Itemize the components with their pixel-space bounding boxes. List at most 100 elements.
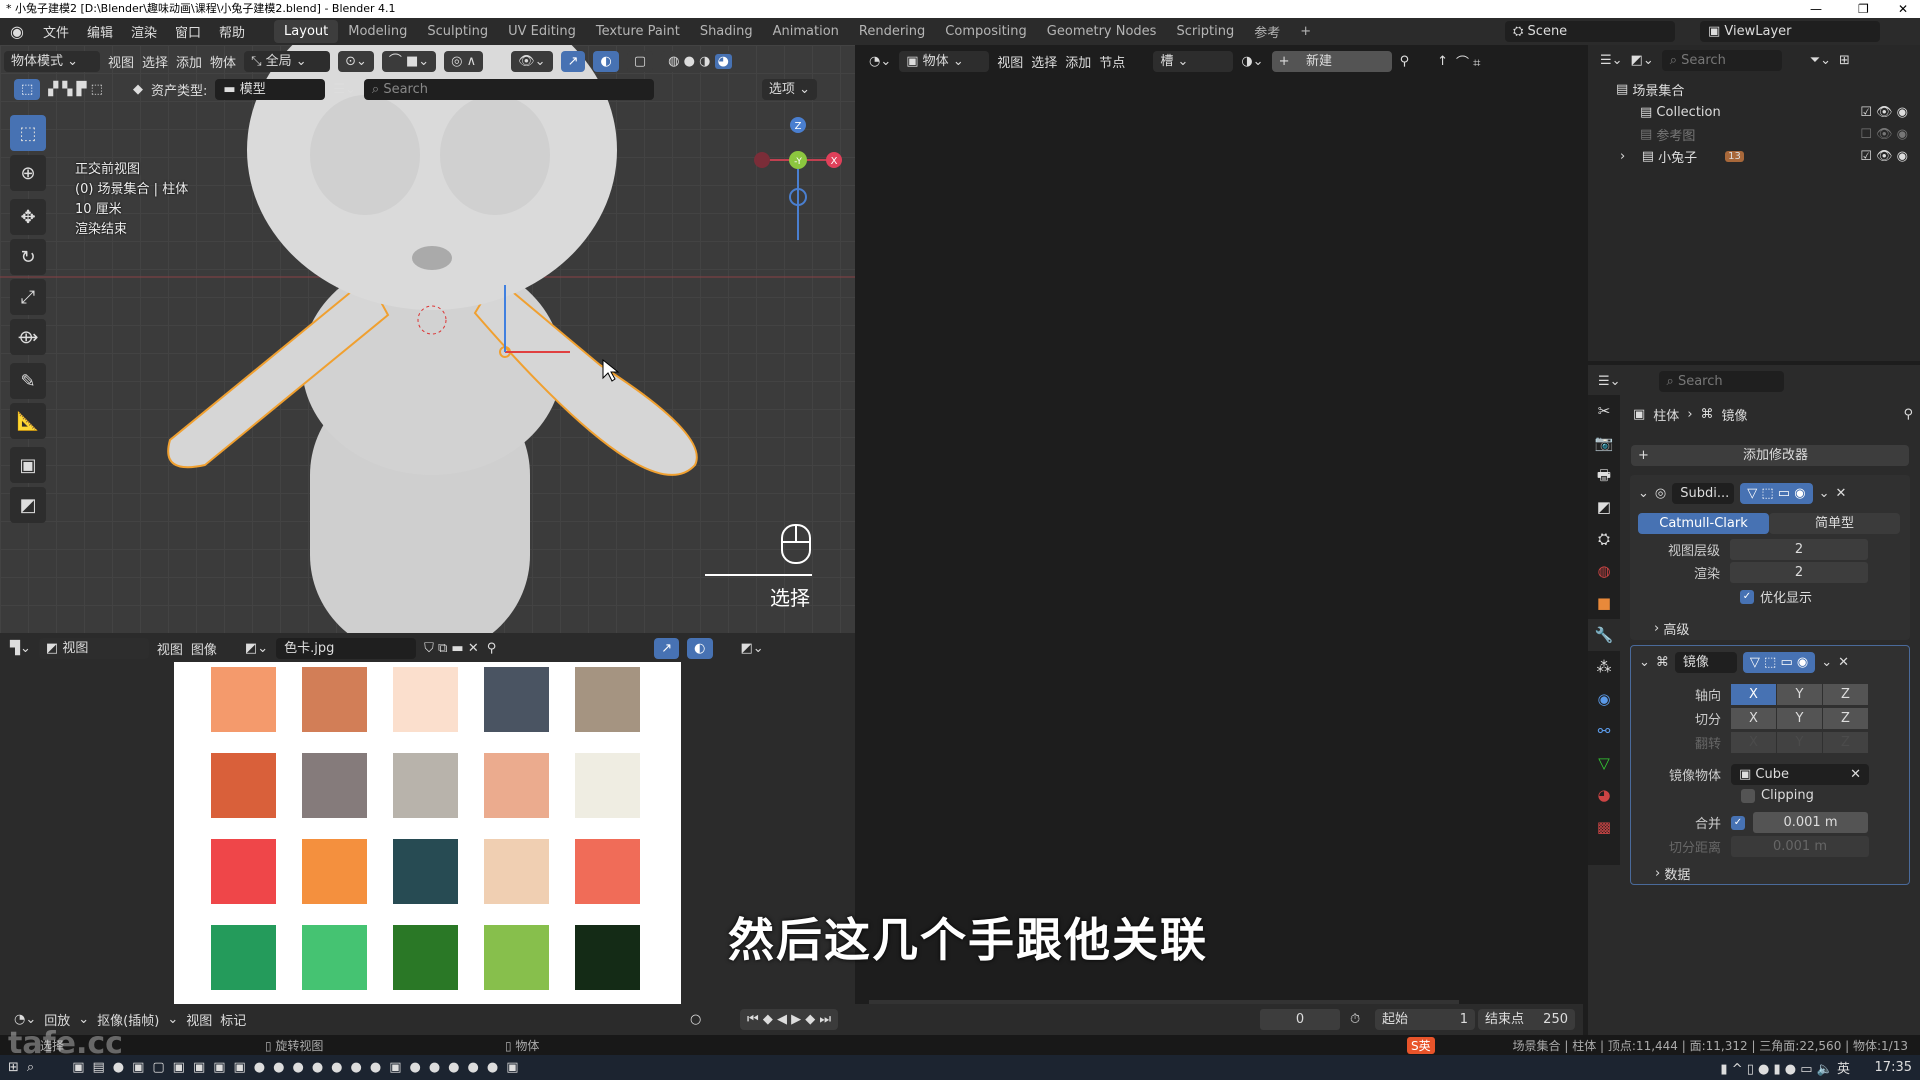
shader-type-selector[interactable]: ▣ 物体 ⌄: [899, 50, 990, 72]
add-workspace-button[interactable]: +: [1290, 20, 1321, 43]
overlay-icon[interactable]: ◐: [593, 50, 619, 72]
material-browse-icon[interactable]: ◑⌄: [1241, 54, 1263, 69]
editor-type-icon[interactable]: ☰⌄: [1598, 374, 1621, 389]
catmull-clark-option[interactable]: Catmull-Clark: [1638, 513, 1769, 534]
modifier-tab-icon[interactable]: 🔧: [1588, 619, 1620, 651]
bisect-toggle[interactable]: XYZ: [1731, 708, 1869, 729]
menu-render[interactable]: 渲染: [122, 22, 166, 41]
image-actions-icons[interactable]: ⛉ ⧉ ▬ ✕: [424, 641, 479, 656]
constraints-tab-icon[interactable]: ⚯: [1588, 715, 1620, 747]
annotate-tool-icon[interactable]: ✎: [10, 363, 46, 399]
display-mode-icon[interactable]: ☰⌄: [333, 82, 356, 97]
select-mode-icons[interactable]: ▞ ▚ ▛ ⬚: [48, 82, 103, 97]
breadcrumb-object[interactable]: 柱体: [1653, 405, 1679, 424]
stopwatch-icon[interactable]: ⏱: [1350, 1012, 1360, 1027]
rotate-tool-icon[interactable]: ↻: [10, 239, 46, 275]
modifier-name-field[interactable]: 镜像: [1674, 652, 1737, 673]
asset-type-selector[interactable]: ▬ 模型: [215, 78, 326, 100]
move-tool-icon[interactable]: ✥: [10, 199, 46, 235]
properties-search[interactable]: ⌕ Search: [1658, 371, 1784, 392]
render-levels-field[interactable]: 2: [1730, 562, 1868, 583]
menu-object[interactable]: 物体: [210, 52, 236, 71]
menu-add[interactable]: 添加: [176, 52, 202, 71]
view-layer-selector[interactable]: ▣ ViewLayer: [1700, 21, 1880, 42]
object-tab-icon[interactable]: ■: [1588, 587, 1620, 619]
new-material-button[interactable]: + 新建: [1271, 50, 1392, 72]
outliner-search[interactable]: ⌕ Search: [1661, 50, 1782, 71]
tab-compositing[interactable]: Compositing: [935, 20, 1037, 43]
tab-layout[interactable]: Layout: [274, 20, 339, 43]
data-section[interactable]: › 数据: [1655, 864, 1690, 883]
snap-icon[interactable]: ⌒ ⌗: [1456, 52, 1480, 71]
scene-tab-icon[interactable]: ⛭: [1588, 523, 1620, 555]
blender-logo-icon[interactable]: ◉: [0, 22, 34, 41]
menu-add[interactable]: 添加: [1065, 52, 1091, 71]
tab-scripting[interactable]: Scripting: [1166, 20, 1244, 43]
tab-uv-editing[interactable]: UV Editing: [498, 20, 586, 43]
mirror-object-field[interactable]: ▣ Cube ✕: [1731, 764, 1869, 785]
shading-modes[interactable]: ◍ ● ◑ ◕: [661, 50, 739, 72]
playback-controls[interactable]: ⏮ ◆ ◀ ▶ ◆ ⏭: [740, 1009, 839, 1030]
physics-tab-icon[interactable]: ◉: [1588, 683, 1620, 715]
tab-sculpting[interactable]: Sculpting: [417, 20, 498, 43]
clipping-checkbox[interactable]: Clipping: [1741, 788, 1814, 803]
gizmo-icon[interactable]: ↗: [560, 50, 586, 72]
close-button[interactable]: ✕: [1898, 0, 1908, 18]
particles-tab-icon[interactable]: ⁂: [1588, 651, 1620, 683]
transform-orientation[interactable]: ⤡ 全局 ⌄: [244, 50, 331, 72]
search-icon[interactable]: ⌕: [27, 1060, 34, 1075]
editor-type-icon[interactable]: ◔⌄: [14, 1012, 36, 1027]
mode-selector[interactable]: 物体模式 ⌄: [4, 50, 100, 72]
visibility-icon[interactable]: 👁⌄: [511, 50, 553, 72]
end-frame-field[interactable]: 结束点 250: [1478, 1009, 1575, 1030]
options-dropdown[interactable]: 选项 ⌄: [761, 78, 817, 100]
modifier-toggles[interactable]: ▽ ⬚ ▭ ◉: [1742, 652, 1816, 673]
minimize-button[interactable]: —: [1810, 0, 1822, 18]
image-name-field[interactable]: 色卡.jpg: [276, 637, 417, 659]
transform-tool-icon[interactable]: ⟴: [10, 319, 46, 355]
axis-toggle[interactable]: XYZ: [1731, 684, 1869, 705]
auto-key-icon[interactable]: ○: [690, 1012, 701, 1027]
proportional-edit-icon[interactable]: ◎ ∧: [444, 50, 484, 72]
image-browse-icon[interactable]: ◩⌄: [245, 641, 268, 656]
select-box-tool-icon[interactable]: ⬚: [10, 115, 46, 151]
add-modifier-button[interactable]: + 添加修改器: [1631, 445, 1909, 466]
overlay-toggle-icon[interactable]: ◐: [687, 637, 713, 659]
scale-tool-icon[interactable]: ⤢: [10, 279, 46, 315]
delete-modifier-icon[interactable]: ✕: [1838, 655, 1849, 670]
start-frame-field[interactable]: 起始 1: [1375, 1009, 1475, 1030]
outliner-root[interactable]: ▤ 场景集合: [1588, 78, 1920, 100]
pivot-icon[interactable]: ⊙⌄: [338, 50, 374, 72]
merge-distance-field[interactable]: 0.001 m: [1753, 812, 1868, 833]
tab-modeling[interactable]: Modeling: [338, 20, 417, 43]
scene-selector[interactable]: ⛭ Scene: [1505, 21, 1675, 42]
viewport-levels-field[interactable]: 2: [1730, 539, 1868, 560]
image-tool-icon[interactable]: ◩: [10, 487, 46, 523]
menu-marker[interactable]: 标记: [220, 1010, 246, 1029]
menu-edit[interactable]: 编辑: [78, 22, 122, 41]
menu-window[interactable]: 窗口: [166, 22, 210, 41]
editor-type-icon[interactable]: ◔⌄: [869, 54, 891, 69]
advanced-section[interactable]: › 高级: [1654, 619, 1689, 638]
view-layer-tab-icon[interactable]: ◩: [1588, 491, 1620, 523]
display-channels-icon[interactable]: ◩⌄: [741, 641, 764, 656]
view-layer-icon[interactable]: ◩⌄: [1631, 53, 1654, 68]
tab-reference[interactable]: 参考: [1244, 18, 1290, 45]
menu-view[interactable]: 视图: [108, 52, 134, 71]
tab-animation[interactable]: Animation: [763, 20, 849, 43]
bunny-model[interactable]: Z X -Y: [0, 45, 855, 633]
render-tab-icon[interactable]: 📷: [1588, 427, 1620, 459]
display-mode-icon[interactable]: ☰⌄: [1600, 53, 1623, 68]
pin-icon[interactable]: ⚲: [1400, 54, 1410, 69]
modifier-name-field[interactable]: Subdi...: [1672, 483, 1735, 504]
simple-option[interactable]: 简单型: [1769, 513, 1900, 534]
parent-node-icon[interactable]: ↑: [1437, 54, 1448, 69]
menu-image[interactable]: 图像: [191, 639, 217, 658]
shader-editor[interactable]: ◔⌄ ▣ 物体 ⌄ 视图 选择 添加 节点 槽 ⌄ ◑⌄ + 新建 ⚲ ↑ ⌒ …: [861, 45, 1584, 1004]
pin-icon[interactable]: ⚲: [1903, 407, 1913, 422]
tab-shading[interactable]: Shading: [690, 20, 763, 43]
menu-file[interactable]: 文件: [34, 22, 78, 41]
data-tab-icon[interactable]: ▽: [1588, 747, 1620, 779]
timeline[interactable]: ◔⌄ 回放 ⌄ 抠像(插帧) ⌄ 视图 标记 ○ ⏮ ◆ ◀ ▶ ◆ ⏭ 0 ⏱ 起…: [0, 1004, 1583, 1035]
cursor-tool-icon[interactable]: ⊕: [10, 155, 46, 191]
